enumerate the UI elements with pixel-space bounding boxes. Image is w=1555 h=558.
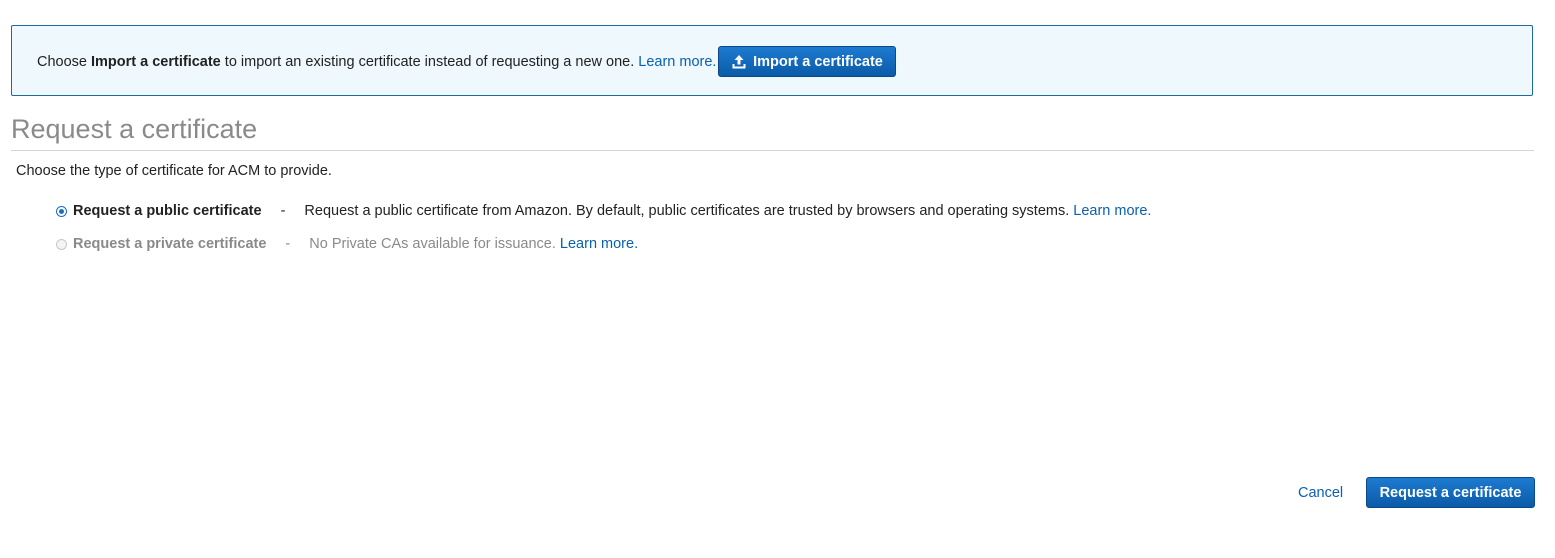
cancel-link[interactable]: Cancel	[1298, 484, 1343, 502]
import-info-banner: Choose Import a certificate to import an…	[11, 25, 1533, 96]
public-certificate-learn-more-link[interactable]: Learn more.	[1073, 203, 1151, 219]
upload-icon	[731, 54, 747, 70]
import-certificate-button[interactable]: Import a certificate	[718, 46, 896, 77]
banner-text-prefix: Choose	[37, 54, 92, 70]
private-certificate-learn-more-link[interactable]: Learn more.	[560, 236, 638, 252]
banner-learn-more-link[interactable]: Learn more.	[638, 54, 716, 70]
banner-text: Choose Import a certificate to import an…	[37, 53, 716, 71]
private-certificate-radio	[56, 238, 67, 250]
option-separator: -	[285, 236, 291, 252]
title-divider	[11, 150, 1534, 151]
public-certificate-radio[interactable]	[56, 205, 67, 217]
option-separator: -	[280, 203, 286, 219]
request-certificate-button[interactable]: Request a certificate	[1366, 477, 1535, 508]
private-certificate-description: No Private CAs available for issuance.	[309, 236, 556, 252]
private-certificate-label: Request a private certificate	[73, 236, 267, 252]
page-title: Request a certificate	[11, 114, 258, 144]
option-public-certificate[interactable]: Request a public certificate - Request a…	[56, 203, 1151, 219]
public-certificate-label[interactable]: Request a public certificate	[73, 203, 262, 219]
public-certificate-description: Request a public certificate from Amazon…	[304, 203, 1070, 219]
option-private-certificate: Request a private certificate - No Priva…	[56, 236, 638, 252]
banner-text-suffix: to import an existing certificate instea…	[220, 54, 635, 70]
section-description: Choose the type of certificate for ACM t…	[16, 163, 332, 179]
import-certificate-button-label: Import a certificate	[753, 53, 883, 70]
banner-text-bold: Import a certificate	[91, 54, 221, 70]
